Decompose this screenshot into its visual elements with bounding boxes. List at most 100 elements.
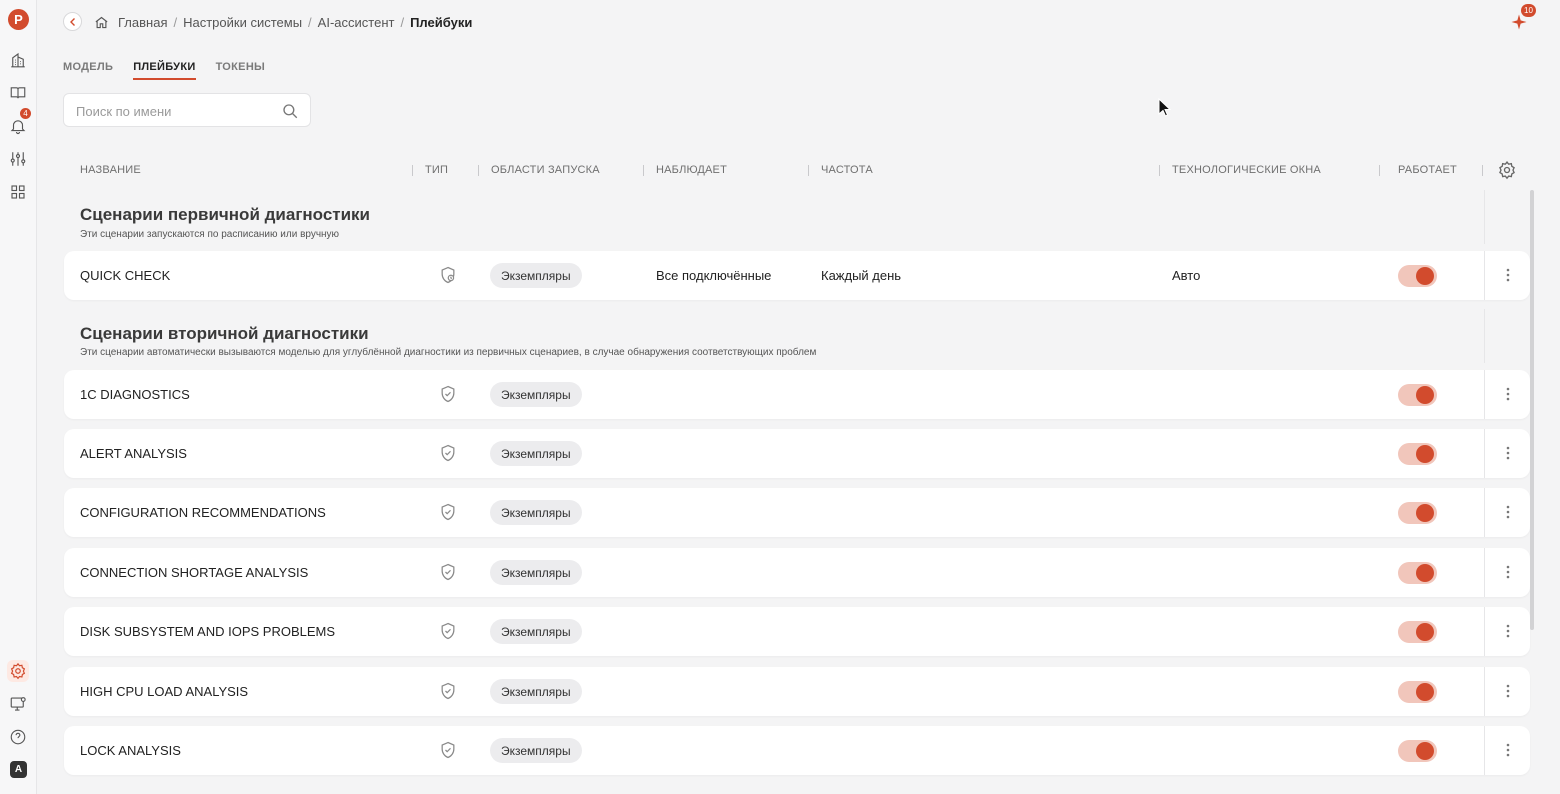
observes-cell: Все подключённые xyxy=(656,268,772,283)
more-vertical-icon xyxy=(1506,624,1510,638)
tech-windows-cell: Авто xyxy=(1172,268,1201,283)
sidebar: P 4 A xyxy=(0,0,37,794)
table-row[interactable]: ALERT ANALYSIS Экземпляры xyxy=(64,429,1530,478)
home-icon[interactable] xyxy=(94,15,109,30)
table-row[interactable]: CONNECTION SHORTAGE ANALYSIS Экземпляры xyxy=(64,548,1530,597)
breadcrumb-separator: / xyxy=(173,14,178,30)
shield-check-icon xyxy=(441,444,455,462)
playbook-name[interactable]: ALERT ANALYSIS xyxy=(80,446,187,461)
enabled-toggle[interactable] xyxy=(1398,502,1437,524)
scope-chip: Экземпляры xyxy=(490,441,582,466)
breadcrumb-item-system-settings[interactable]: Настройки системы xyxy=(183,15,302,30)
row-menu-button[interactable] xyxy=(1498,383,1518,405)
column-resize-handle[interactable] xyxy=(1482,165,1483,176)
search-icon[interactable] xyxy=(281,102,299,120)
row-menu-button[interactable] xyxy=(1498,680,1518,702)
breadcrumb-item-home[interactable]: Главная xyxy=(118,15,167,30)
column-settings-icon[interactable] xyxy=(1497,160,1517,180)
tab-model[interactable]: МОДЕЛЬ xyxy=(63,61,113,80)
shield-check-icon xyxy=(441,622,455,640)
breadcrumb-item-current: Плейбуки xyxy=(410,14,473,30)
shield-check-icon xyxy=(441,741,455,759)
playbook-name[interactable]: HIGH CPU LOAD ANALYSIS xyxy=(80,684,248,699)
column-resize-handle[interactable] xyxy=(478,165,479,176)
table-row[interactable]: LOCK ANALYSIS Экземпляры xyxy=(64,726,1530,775)
row-divider xyxy=(1484,370,1485,419)
row-divider xyxy=(1484,488,1485,537)
more-vertical-icon xyxy=(1506,446,1510,460)
enabled-toggle[interactable] xyxy=(1398,265,1437,287)
column-resize-handle[interactable] xyxy=(1159,165,1160,176)
column-header-type[interactable]: ТИП xyxy=(425,164,448,176)
row-divider xyxy=(1484,607,1485,656)
row-menu-button[interactable] xyxy=(1498,442,1518,464)
enabled-toggle[interactable] xyxy=(1398,621,1437,643)
enabled-toggle[interactable] xyxy=(1398,562,1437,584)
enabled-toggle[interactable] xyxy=(1398,384,1437,406)
more-vertical-icon xyxy=(1506,505,1510,519)
chevron-left-icon xyxy=(69,17,75,26)
section-title-primary: Сценарии первичной диагностики xyxy=(80,205,371,224)
row-menu-button[interactable] xyxy=(1498,561,1518,583)
row-divider xyxy=(1484,726,1485,775)
shield-check-icon xyxy=(441,385,455,403)
row-menu-button[interactable] xyxy=(1498,739,1518,761)
section-title-secondary: Сценарии вторичной диагностики xyxy=(80,324,369,343)
enabled-toggle[interactable] xyxy=(1398,740,1437,762)
scope-chip: Экземпляры xyxy=(490,738,582,763)
column-resize-handle[interactable] xyxy=(412,165,413,176)
user-avatar[interactable]: A xyxy=(10,761,27,778)
table-row[interactable]: DISK SUBSYSTEM AND IOPS PROBLEMS Экземпл… xyxy=(64,607,1530,656)
search-box xyxy=(63,93,311,127)
back-button[interactable] xyxy=(63,12,82,31)
column-resize-handle[interactable] xyxy=(643,165,644,176)
scrollbar[interactable] xyxy=(1530,190,1534,630)
column-header-scope[interactable]: ОБЛАСТИ ЗАПУСКА xyxy=(491,164,600,176)
column-header-enabled[interactable]: РАБОТАЕТ xyxy=(1398,164,1457,176)
search-input[interactable] xyxy=(76,102,276,120)
row-divider xyxy=(1484,429,1485,478)
row-menu-button[interactable] xyxy=(1498,264,1518,286)
more-vertical-icon xyxy=(1506,684,1510,698)
row-menu-button[interactable] xyxy=(1498,501,1518,523)
breadcrumb-item-ai-assistant[interactable]: AI-ассистент xyxy=(318,15,395,30)
logo-icon[interactable]: P xyxy=(8,9,29,30)
scope-chip: Экземпляры xyxy=(490,500,582,525)
column-header-frequency[interactable]: ЧАСТОТА xyxy=(821,164,873,176)
column-header-observes[interactable]: НАБЛЮДАЕТ xyxy=(656,164,727,176)
scope-chip: Экземпляры xyxy=(490,263,582,288)
column-resize-handle[interactable] xyxy=(1379,165,1380,176)
notification-badge: 4 xyxy=(20,108,31,119)
column-resize-handle[interactable] xyxy=(808,165,809,176)
column-divider xyxy=(1484,190,1485,244)
table-row[interactable]: QUICK CHECK Экземпляры Все подключённые … xyxy=(64,251,1530,300)
enabled-toggle[interactable] xyxy=(1398,443,1437,465)
monitor-settings-icon[interactable] xyxy=(7,693,29,715)
sliders-icon[interactable] xyxy=(7,148,29,170)
book-icon[interactable] xyxy=(7,82,29,104)
column-header-tech-windows[interactable]: ТЕХНОЛОГИЧЕСКИЕ ОКНА xyxy=(1172,164,1321,176)
column-header-name[interactable]: НАЗВАНИЕ xyxy=(80,164,141,176)
help-icon[interactable] xyxy=(7,726,29,748)
table-row[interactable]: CONFIGURATION RECOMMENDATIONS Экземпляры xyxy=(64,488,1530,537)
table-row[interactable]: 1C DIAGNOSTICS Экземпляры xyxy=(64,370,1530,419)
row-divider xyxy=(1484,548,1485,597)
frequency-cell: Каждый день xyxy=(821,268,902,283)
scope-chip: Экземпляры xyxy=(490,560,582,585)
playbook-name[interactable]: CONFIGURATION RECOMMENDATIONS xyxy=(80,505,326,520)
row-menu-button[interactable] xyxy=(1498,620,1518,642)
tab-tokens[interactable]: ТОКЕНЫ xyxy=(216,61,266,80)
row-divider xyxy=(1484,667,1485,716)
more-vertical-icon xyxy=(1506,743,1510,757)
building-icon[interactable] xyxy=(7,49,29,71)
playbook-name[interactable]: 1C DIAGNOSTICS xyxy=(80,387,190,402)
playbook-name[interactable]: LOCK ANALYSIS xyxy=(80,743,181,758)
playbook-name[interactable]: DISK SUBSYSTEM AND IOPS PROBLEMS xyxy=(80,624,335,639)
enabled-toggle[interactable] xyxy=(1398,681,1437,703)
playbook-name[interactable]: CONNECTION SHORTAGE ANALYSIS xyxy=(80,565,308,580)
settings-icon[interactable] xyxy=(7,660,29,682)
playbook-name[interactable]: QUICK CHECK xyxy=(80,268,170,283)
grid-icon[interactable] xyxy=(7,181,29,203)
table-row[interactable]: HIGH CPU LOAD ANALYSIS Экземпляры xyxy=(64,667,1530,716)
tab-playbooks[interactable]: ПЛЕЙБУКИ xyxy=(133,61,196,80)
